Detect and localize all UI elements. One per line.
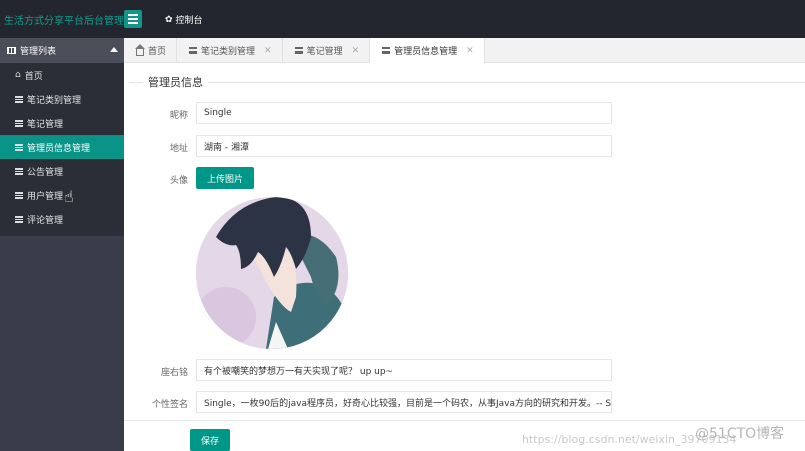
- sidebar-item-label: 用户管理: [27, 191, 64, 202]
- home-icon: ⌂: [15, 70, 21, 80]
- tab-home[interactable]: 首页: [124, 38, 178, 63]
- sidebar-item-label: 公告管理: [27, 167, 64, 178]
- app-brand[interactable]: 生活方式分享平台后台管理: [4, 12, 124, 27]
- motto-field[interactable]: 有个被嘲笑的梦想万一有天实现了呢？ up up~: [196, 359, 612, 381]
- nickname-label: 昵称: [169, 111, 188, 121]
- signature-value: Single，一枚90后的java程序员，好奇心比较强，目前是一个码农，从事Ja…: [204, 398, 612, 409]
- menu-icon-bar: [128, 22, 138, 24]
- sidebar-item-admin-info[interactable]: 管理员信息管理: [0, 135, 124, 159]
- avatar-illustration: [196, 197, 348, 349]
- sidebar-item-announcements[interactable]: 公告管理: [0, 159, 124, 183]
- list-icon: [15, 143, 23, 151]
- list-icon: [15, 95, 23, 103]
- sidebar-header-label: 管理列表: [20, 47, 57, 57]
- grid-icon: [7, 47, 16, 54]
- motto-value: 有个被嘲笑的梦想万一有天实现了呢？ up up~: [204, 366, 394, 377]
- sidebar-item-home[interactable]: ⌂ 首页: [0, 63, 124, 87]
- tab-note-category[interactable]: 笔记类别管理 ✕: [177, 38, 283, 63]
- menu-toggle-button[interactable]: [124, 10, 142, 28]
- avatar-label: 头像: [169, 176, 188, 186]
- list-icon: [15, 167, 23, 175]
- home-icon: [135, 43, 145, 56]
- avatar-bokeh: [196, 287, 256, 347]
- main-content: 管理员信息 昵称 Single 地址 湖南 - 湘潭 头像 上传图片 座右铭 有…: [124, 63, 805, 451]
- tab-notes[interactable]: 笔记管理 ✕: [283, 38, 371, 63]
- sidebar-item-note-category[interactable]: 笔记类别管理: [0, 87, 124, 111]
- motto-label: 座右铭: [160, 368, 188, 378]
- signature-label: 个性签名: [151, 400, 188, 410]
- list-icon: [294, 47, 303, 54]
- tab-admin-info[interactable]: 管理员信息管理 ✕: [370, 38, 485, 63]
- gear-icon: ✿: [165, 14, 173, 25]
- address-value: 湖南 - 湘潭: [204, 142, 249, 153]
- close-icon[interactable]: ✕: [264, 46, 272, 56]
- chevron-up-icon: [110, 47, 118, 52]
- nickname-field[interactable]: Single: [196, 102, 612, 124]
- address-field[interactable]: 湖南 - 湘潭: [196, 135, 612, 157]
- sidebar-item-label: 管理员信息管理: [27, 143, 91, 154]
- address-label: 地址: [169, 144, 188, 154]
- sidebar-item-label: 首页: [24, 71, 43, 82]
- tab-bar: 首页 笔记类别管理 ✕ 笔记管理 ✕ 管理员信息管理 ✕: [124, 38, 805, 63]
- nickname-value: Single: [204, 108, 232, 118]
- sidebar-items: ⌂ 首页 笔记类别管理 笔记管理 管理员信息管理 公告管理 用户管理 评论管理: [0, 63, 124, 236]
- hand-cursor-icon: ☝: [64, 187, 74, 206]
- tab-label: 笔记管理: [306, 47, 343, 57]
- form-legend: 管理员信息: [124, 74, 805, 90]
- menu-icon-bar: [128, 18, 138, 20]
- sidebar: 管理列表 ⌂ 首页 笔记类别管理 笔记管理 管理员信息管理 公告管理 用户管理: [0, 38, 124, 451]
- legend-line: [129, 82, 805, 83]
- form-divider: [124, 420, 805, 421]
- avatar-image: [196, 197, 348, 349]
- sidebar-header[interactable]: 管理列表: [0, 38, 124, 63]
- list-icon: [15, 191, 23, 199]
- legend-title: 管理员信息: [143, 74, 208, 90]
- console-link[interactable]: ✿ 控制台: [165, 13, 203, 27]
- sidebar-item-label: 笔记管理: [27, 119, 64, 130]
- sidebar-item-label: 评论管理: [27, 215, 64, 226]
- list-icon: [15, 119, 23, 127]
- menu-icon: [128, 14, 138, 16]
- sidebar-item-notes[interactable]: 笔记管理: [0, 111, 124, 135]
- sidebar-item-users[interactable]: 用户管理: [0, 183, 124, 207]
- close-icon[interactable]: ✕: [352, 46, 360, 56]
- watermark-site: @51CTO博客: [695, 426, 785, 442]
- close-icon[interactable]: ✕: [466, 46, 474, 56]
- console-label: 控制台: [175, 16, 203, 26]
- tab-label: 笔记类别管理: [201, 47, 256, 57]
- list-icon: [382, 47, 391, 54]
- tab-label: 管理员信息管理: [394, 47, 458, 57]
- signature-field[interactable]: Single，一枚90后的java程序员，好奇心比较强，目前是一个码农，从事Ja…: [196, 391, 612, 413]
- list-icon: [189, 47, 198, 54]
- tab-label: 首页: [148, 47, 167, 57]
- sidebar-item-label: 笔记类别管理: [27, 95, 82, 106]
- top-bar: 生活方式分享平台后台管理 ✿ 控制台: [0, 0, 805, 38]
- save-button[interactable]: 保存: [190, 429, 230, 451]
- upload-image-button[interactable]: 上传图片: [196, 167, 254, 189]
- sidebar-item-comments[interactable]: 评论管理: [0, 207, 124, 231]
- list-icon: [15, 215, 23, 223]
